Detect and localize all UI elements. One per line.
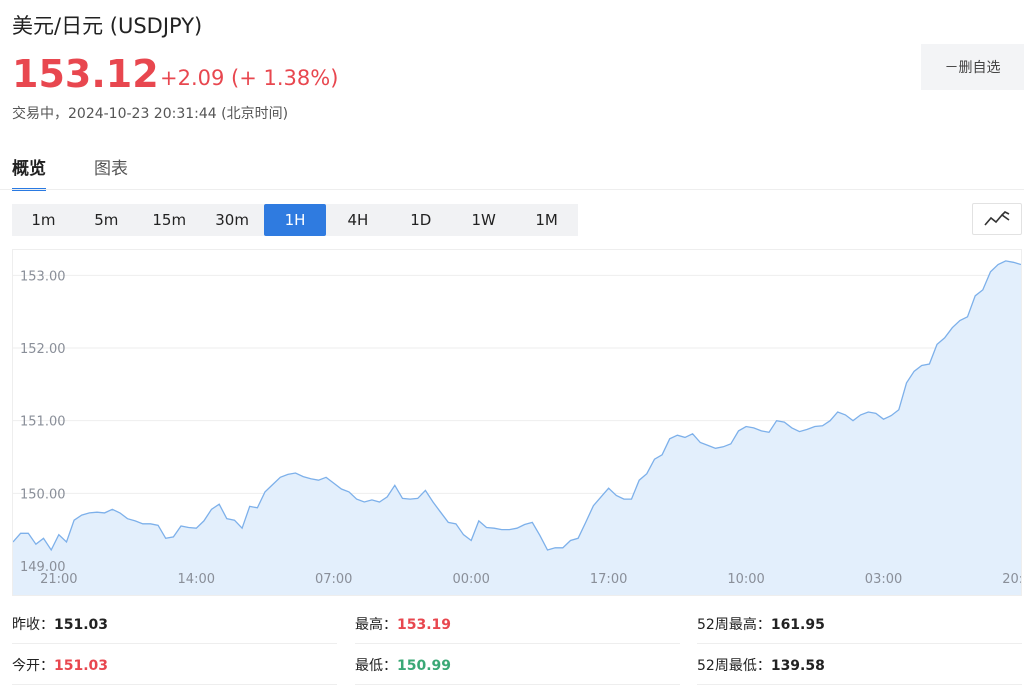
period-1h[interactable]: 1H: [263, 204, 327, 236]
price-change: +2.09 (+ 1.38%): [160, 66, 339, 90]
stat-value: 153.19: [397, 617, 452, 633]
tab-overview[interactable]: 概览: [12, 154, 46, 191]
period-4h[interactable]: 4H: [326, 204, 389, 236]
stat-52w-high: 52周最高：161.95: [697, 614, 825, 634]
y-tick-label: 152.00: [20, 342, 66, 357]
y-tick-label: 151.00: [20, 415, 66, 430]
stat-value: 151.03: [54, 617, 109, 633]
stat-label: 今开：: [12, 658, 54, 674]
x-tick-label: 14:00: [178, 572, 215, 587]
stat-low: 最低：150.99: [355, 655, 451, 675]
trading-status: 交易中，2024-10-23 20:31:44 (北京时间): [12, 106, 289, 122]
stat-value: 150.99: [397, 658, 452, 674]
line-chart-icon: [984, 211, 1010, 226]
row-divider: [355, 684, 680, 685]
stat-value: 161.95: [770, 617, 825, 633]
remove-watchlist-button[interactable]: －删自选: [921, 44, 1024, 90]
period-15m[interactable]: 15m: [138, 204, 201, 236]
x-tick-label: 07:00: [315, 572, 352, 587]
current-price: 153.12: [12, 52, 159, 96]
y-tick-label: 150.00: [20, 487, 66, 502]
price-area: [13, 260, 1021, 595]
y-tick-label: 153.00: [20, 269, 66, 284]
stat-open: 今开：151.03: [12, 655, 108, 675]
price-chart-svg: 153.00152.00151.00150.00149.0021:00 14:00…: [13, 260, 1021, 595]
stat-value: 139.58: [770, 658, 825, 674]
stat-52w-low: 52周最低：139.58: [697, 655, 825, 675]
stat-label: 最高：: [355, 617, 397, 633]
tab-chart[interactable]: 图表: [94, 154, 128, 188]
row-divider: [355, 643, 680, 644]
x-tick-label: 03:00: [865, 572, 902, 587]
period-1w[interactable]: 1W: [452, 204, 515, 236]
x-tick-label: 21:00: [40, 572, 77, 587]
x-tick-label: 17:00: [590, 572, 627, 587]
stat-label: 52周最高：: [697, 617, 771, 633]
x-tick-label: 10:00: [727, 572, 764, 587]
x-tick-label: 20:00: [1002, 572, 1021, 587]
stat-label: 昨收：: [12, 617, 54, 633]
stat-label: 52周最低：: [697, 658, 771, 674]
period-selector: 1m 5m 15m 30m 1H 4H 1D 1W 1M: [12, 204, 578, 236]
period-1mo[interactable]: 1M: [515, 204, 578, 236]
stat-high: 最高：153.19: [355, 614, 451, 634]
stat-value: 151.03: [54, 658, 109, 674]
period-1m[interactable]: 1m: [12, 204, 75, 236]
tab-divider: [0, 189, 1024, 190]
page-title: 美元/日元 (USDJPY): [12, 14, 203, 38]
row-divider: [12, 684, 337, 685]
price-chart[interactable]: 153.00 152.00 151.00 150.00 149.00 21:00 14:00…: [12, 249, 1022, 596]
period-30m[interactable]: 30m: [201, 204, 264, 236]
period-1d[interactable]: 1D: [389, 204, 452, 236]
stat-label: 最低：: [355, 658, 397, 674]
x-tick-label: 00:00: [452, 572, 489, 587]
chart-type-button[interactable]: [972, 203, 1022, 235]
row-divider: [12, 643, 337, 644]
period-5m[interactable]: 5m: [75, 204, 138, 236]
stat-prev-close: 昨收：151.03: [12, 614, 108, 634]
row-divider: [697, 643, 1022, 644]
row-divider: [697, 684, 1022, 685]
